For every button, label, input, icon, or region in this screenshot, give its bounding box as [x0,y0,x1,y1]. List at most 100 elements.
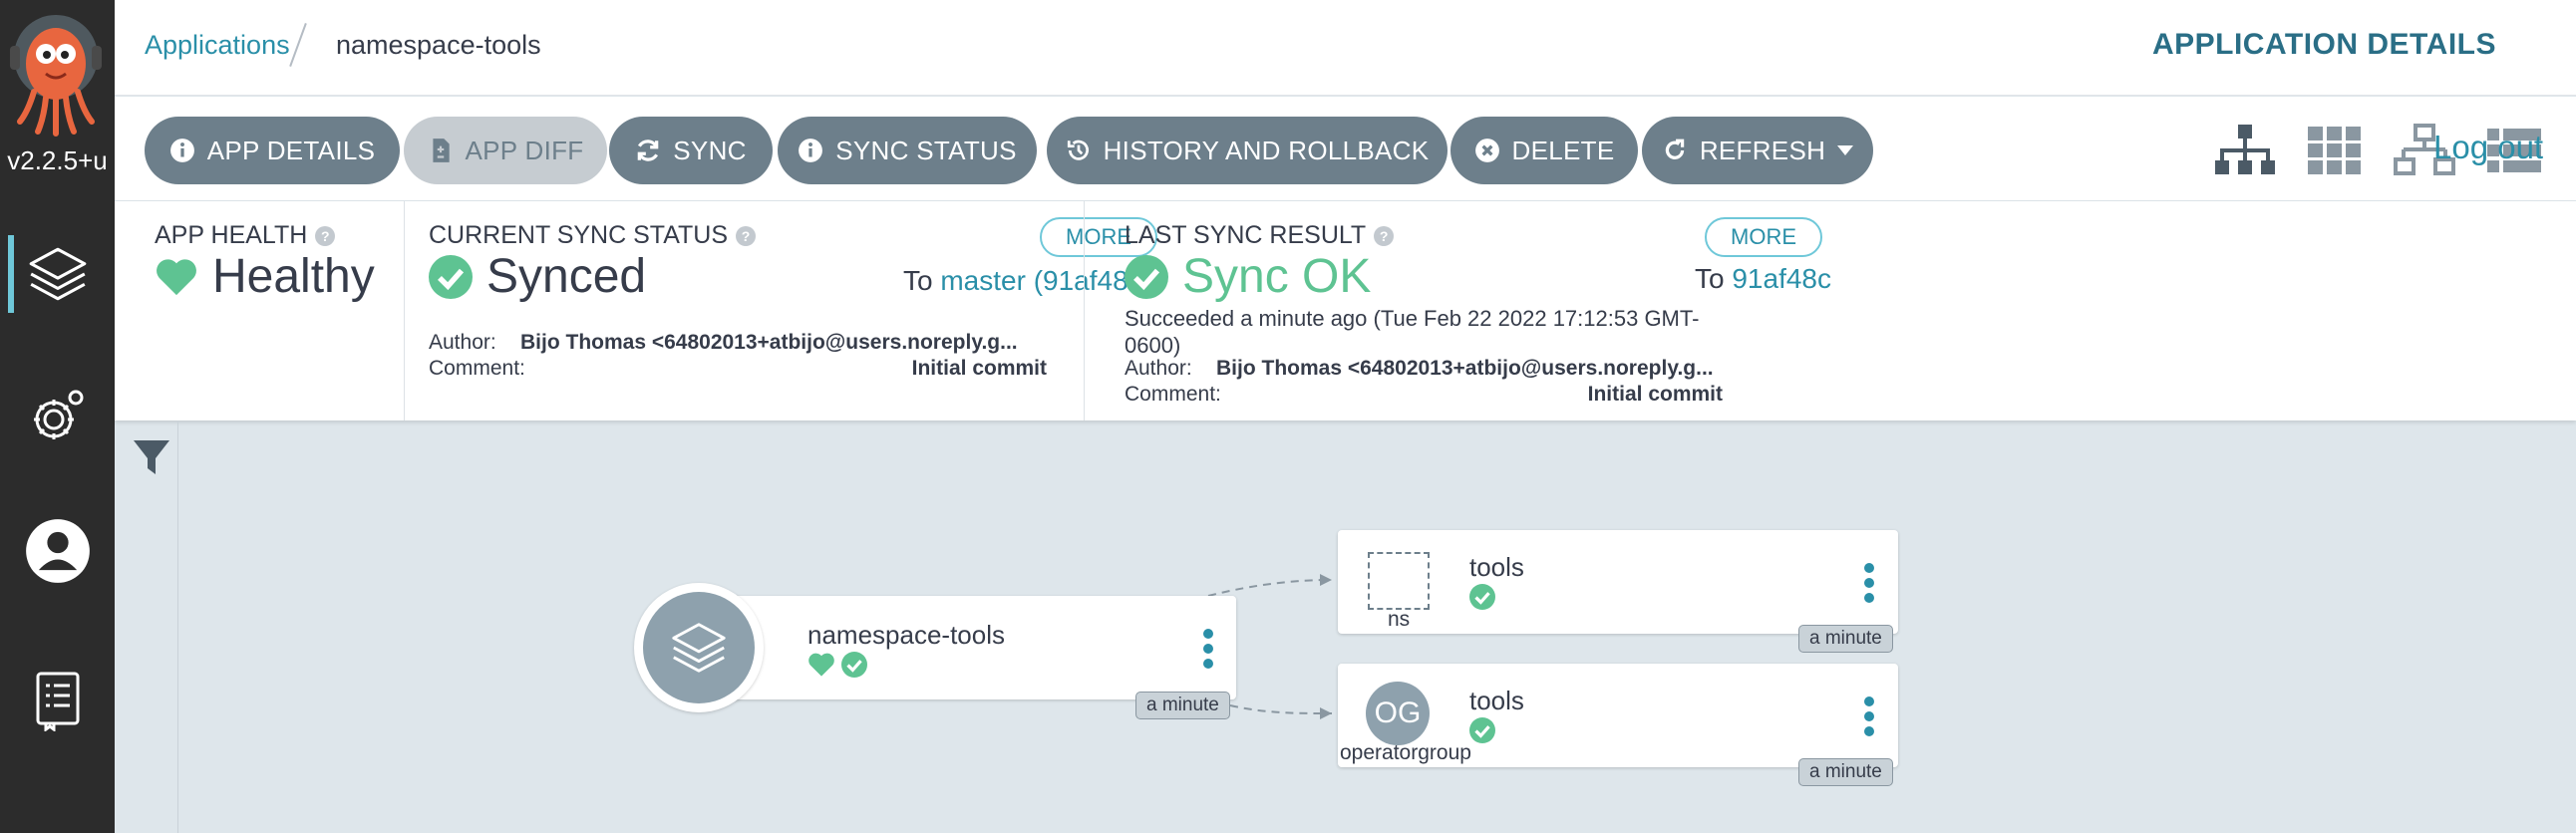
resource-menu-icon[interactable] [1862,560,1876,606]
help-icon[interactable]: ? [1374,225,1395,246]
last-sync-comment-row: Comment: Initial commit [1125,383,1723,411]
sync-button[interactable]: SYNC [609,117,773,184]
current-sync-section: CURRENT SYNC STATUS ? MORE Synced To mas… [404,201,1157,420]
help-icon[interactable]: ? [736,225,757,246]
help-icon[interactable]: ? [315,225,336,246]
sync-label: SYNC [673,135,747,165]
last-sync-target: To 91af48c [1695,263,1831,295]
app-node-name: namespace-tools [807,620,1005,650]
app-details-button[interactable]: APP DETAILS [145,117,400,184]
app-details-label: APP DETAILS [206,135,376,165]
info-icon [169,139,194,162]
app-health-title-text: APP HEALTH [155,221,308,249]
current-sync-comment-row: Comment: Initial commit [429,357,1047,385]
caret-down-icon [1837,145,1854,155]
app-node[interactable]: namespace-tools [708,596,1236,699]
left-nav: v2.2.5+u [0,0,115,833]
user-icon [25,519,90,583]
app-node-age-badge: a minute [1135,692,1230,719]
check-circle-icon [429,254,473,299]
nav-item-settings[interactable] [0,361,115,470]
app-node-avatar [634,583,764,712]
argo-logo-icon[interactable] [6,12,106,141]
author-value: Bijo Thomas <64802013+atbijo@users.norep… [520,331,1018,354]
resource-age-badge: a minute [1798,758,1893,786]
check-circle-icon [841,652,867,678]
last-sync-title-text: LAST SYNC RESULT [1125,221,1367,249]
resource-status-icons [1469,584,1495,610]
last-sync-author-row: Author: Bijo Thomas <64802013+atbijo@use… [1125,357,1723,385]
refresh-icon [1665,139,1685,159]
comment-value: Initial commit [1587,383,1723,406]
resource-age-badge: a minute [1798,625,1893,653]
current-sync-title-text: CURRENT SYNC STATUS [429,221,729,249]
sync-status-button[interactable]: SYNC STATUS [778,117,1037,184]
filter-icon[interactable] [132,436,171,478]
resource-node-operatorgroup[interactable]: OG operatorgroup tools [1338,664,1898,767]
delete-label: DELETE [1511,135,1615,165]
layers-icon [672,623,726,673]
comment-value: Initial commit [911,357,1047,380]
app-health-section: APP HEALTH ? Healthy [155,201,404,420]
history-icon [1067,139,1089,160]
app-diff-label: APP DIFF [465,135,584,165]
author-value: Bijo Thomas <64802013+atbijo@users.norep… [1216,357,1714,380]
sync-icon [637,139,659,161]
current-sync-to-label: To [903,265,933,296]
app-health-status: Healthy [155,249,375,304]
last-sync-status: Sync OK [1125,249,1371,304]
nav-item-user-info[interactable] [0,496,115,606]
layers-icon [29,247,86,301]
file-diff-icon [432,139,450,162]
heart-icon [157,258,196,295]
current-sync-title: CURRENT SYNC STATUS ? [429,221,757,250]
comment-label: Comment: [1125,383,1221,406]
current-sync-value: Synced [486,250,647,303]
toolbar: APP DETAILS APP DIFF SYNC SYNC STATUS HI… [115,97,2576,200]
namespace-icon [1368,552,1430,610]
logout-link[interactable]: Log out [2433,129,2543,166]
top-bar: Applications namespace-tools APPLICATION… [115,0,2576,96]
app-health-title: APP HEALTH ? [155,221,336,250]
breadcrumb-applications[interactable]: Applications [145,30,290,61]
app-root: v2.2.5+u Applications namespace-tools AP… [0,0,2576,833]
last-sync-title: LAST SYNC RESULT ? [1125,221,1395,250]
nav-item-documentation[interactable] [0,646,115,755]
resource-node-namespace[interactable]: ns tools [1338,530,1898,634]
current-sync-status: Synced [429,249,646,304]
pods-view-icon[interactable] [2304,123,2366,178]
info-icon [799,139,823,162]
refresh-button[interactable]: REFRESH [1642,117,1873,184]
last-sync-more-button[interactable]: MORE [1705,217,1822,257]
check-circle-icon [1125,254,1168,299]
resource-kind-label: operatorgroup [1340,741,1471,764]
history-rollback-button[interactable]: HISTORY AND ROLLBACK [1047,117,1448,184]
close-circle-icon [1474,139,1499,162]
tree-view-icon[interactable] [2214,123,2276,178]
breadcrumb-separator [289,23,307,67]
current-sync-author-row: Author: Bijo Thomas <64802013+atbijo@use… [429,331,1047,359]
history-rollback-label: HISTORY AND ROLLBACK [1103,135,1430,165]
resource-menu-icon[interactable] [1862,694,1876,739]
check-circle-icon [1469,584,1495,610]
sync-status-label: SYNC STATUS [835,135,1017,165]
version-label: v2.2.5+u [7,145,108,175]
nav-item-applications[interactable] [0,219,115,329]
last-sync-revision-link[interactable]: 91af48c [1732,263,1831,294]
refresh-label: REFRESH [1699,135,1826,165]
gear-icon [33,390,83,439]
filter-sidebar [115,420,178,833]
app-health-value: Healthy [212,250,375,303]
last-sync-section: LAST SYNC RESULT ? MORE Sync OK To 91af4… [1084,201,2081,420]
check-circle-icon [1469,717,1495,743]
resource-kind-label: ns [1388,608,1411,631]
app-node-menu-icon[interactable] [1201,626,1215,672]
last-sync-succeeded-text: Succeeded a minute ago (Tue Feb 22 2022 … [1125,306,1700,358]
page-title: APPLICATION DETAILS [2151,28,2496,61]
delete-button[interactable]: DELETE [1450,117,1638,184]
status-panel: APP HEALTH ? Healthy CURRENT SYNC STATUS… [115,201,2576,420]
app-diff-button[interactable]: APP DIFF [404,117,607,184]
last-sync-value: Sync OK [1182,250,1372,303]
operatorgroup-icon: OG [1366,682,1430,745]
resource-name: tools [1469,686,1524,715]
